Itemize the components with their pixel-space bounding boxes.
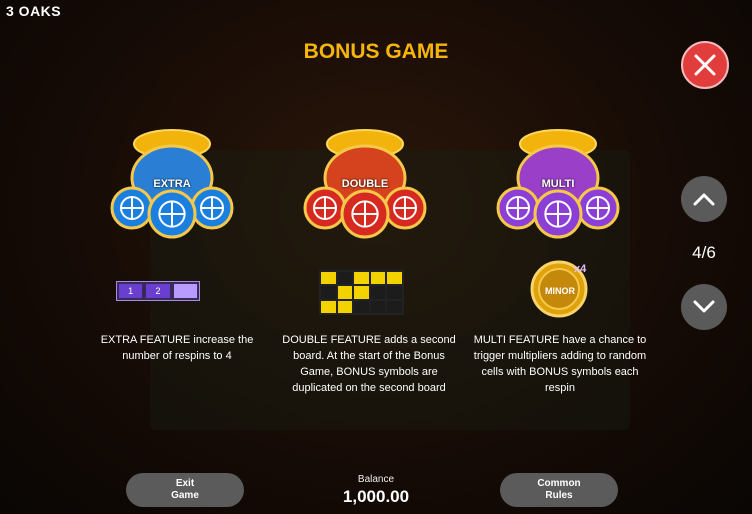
feature-extra: EXTRA — [72, 96, 272, 256]
coin-icon — [110, 186, 154, 230]
coin-icon — [303, 186, 347, 230]
respin-cell: 2 — [146, 284, 170, 298]
page-indicator: 4/6 — [692, 243, 716, 262]
exit-game-button[interactable]: Exit Game — [126, 473, 244, 507]
pot-label: DOUBLE — [341, 178, 389, 190]
double-pot: DOUBLE — [265, 96, 465, 256]
pot-label: EXTRA — [153, 178, 191, 190]
coin-icon — [576, 186, 620, 230]
feature-double: DOUBLE — [265, 96, 465, 256]
grid-cell — [337, 272, 353, 285]
grid-cell — [337, 286, 353, 299]
common-rules-button[interactable]: Common Rules — [500, 473, 618, 507]
minor-coin-label: MINOR — [545, 286, 575, 296]
grid-cell — [354, 272, 369, 285]
page-title: BONUS GAME — [303, 40, 449, 63]
grid-cell — [321, 272, 336, 285]
grid-cell — [387, 272, 402, 285]
gold-pot-icon — [110, 129, 234, 239]
coin-icon — [190, 186, 234, 230]
coin-icon — [496, 186, 540, 230]
grid-cell — [387, 300, 402, 313]
gold-pot-icon — [496, 129, 620, 239]
coin-icon — [383, 186, 427, 230]
second-board-grid — [319, 270, 404, 315]
grid-cell — [370, 286, 386, 299]
close-button[interactable] — [681, 41, 729, 89]
coin-icon — [533, 189, 583, 239]
extra-description: EXTRA FEATURE increase the number of res… — [100, 334, 254, 362]
multi-description: MULTI FEATURE have a chance to trigger m… — [473, 334, 647, 394]
double-description: DOUBLE FEATURE adds a second board. At t… — [282, 334, 456, 394]
chevron-down-icon — [693, 300, 715, 313]
grid-cell — [321, 286, 336, 299]
gold-pot-icon — [303, 129, 427, 239]
grid-cell — [370, 272, 386, 285]
chevron-up-icon — [693, 193, 715, 206]
exit-game-label: Exit Game — [171, 478, 199, 501]
grid-cell — [337, 300, 353, 313]
grid-cell — [354, 286, 369, 299]
grid-cell — [321, 300, 336, 313]
respin-counter: 1 2 — [116, 281, 200, 301]
close-icon — [694, 54, 716, 76]
grid-cell — [354, 300, 369, 313]
grid-cell — [387, 286, 402, 299]
respin-cell — [173, 284, 197, 298]
feature-multi: MULTI — [458, 96, 658, 256]
extra-pot: EXTRA — [72, 96, 272, 256]
balance-value: 1,000.00 — [342, 487, 410, 506]
pot-label: MULTI — [541, 178, 575, 190]
previous-page-button[interactable] — [681, 176, 727, 222]
multi-pot: MULTI — [458, 96, 658, 256]
dim-overlay — [0, 0, 752, 514]
balance-display: Balance 1,000.00 — [318, 474, 434, 507]
next-page-button[interactable] — [681, 284, 727, 330]
brand-logo: 3 OAKS — [6, 3, 62, 19]
multiplier-label: x4 — [574, 263, 587, 275]
balance-label: Balance — [357, 474, 395, 485]
respin-cell: 1 — [119, 284, 143, 298]
coin-icon — [340, 189, 390, 239]
common-rules-label: Common Rules — [537, 478, 581, 501]
coin-icon — [147, 189, 197, 239]
grid-cell — [370, 300, 386, 313]
